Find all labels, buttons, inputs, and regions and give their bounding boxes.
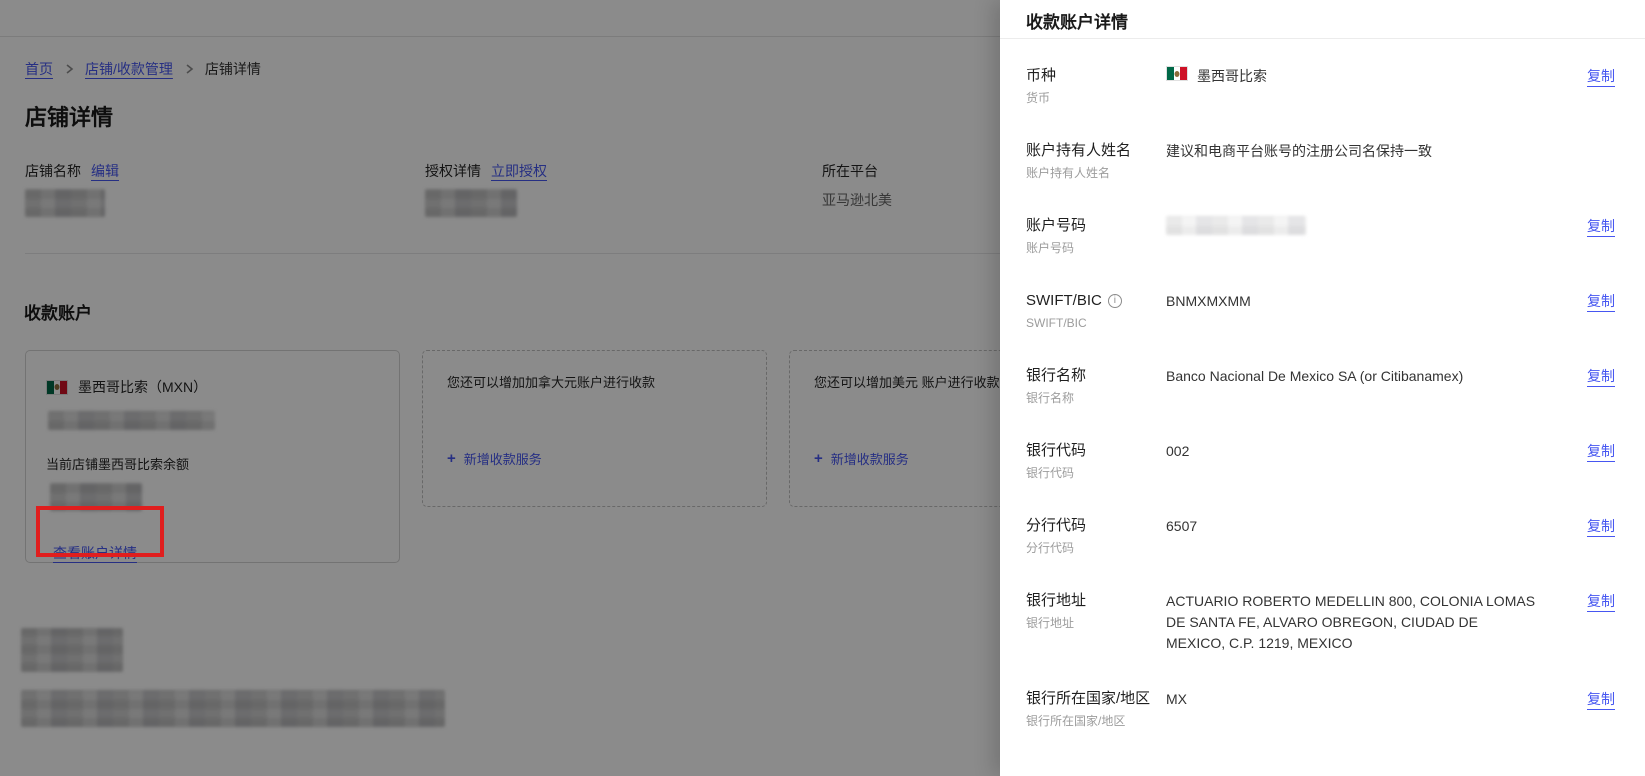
field-value: BNMXMXMM bbox=[1166, 291, 1548, 312]
field-value: ACTUARIO ROBERTO MEDELLIN 800, COLONIA L… bbox=[1166, 591, 1548, 654]
field-label-block: 币种货币 bbox=[1026, 66, 1166, 105]
copy-link[interactable]: 复制 bbox=[1587, 216, 1615, 236]
field-label: 币种 bbox=[1026, 66, 1166, 85]
account-detail-row: 分行代码分行代码6507复制 bbox=[1026, 516, 1615, 556]
field-value-text: BNMXMXMM bbox=[1166, 291, 1251, 312]
field-label: 分行代码 bbox=[1026, 516, 1166, 535]
copy-link[interactable]: 复制 bbox=[1587, 591, 1615, 611]
copy-link[interactable]: 复制 bbox=[1587, 291, 1615, 311]
copy-link[interactable]: 复制 bbox=[1587, 689, 1615, 709]
drawer-title: 收款账户详情 bbox=[1026, 8, 1645, 33]
account-detail-row: 银行名称银行名称Banco Nacional De Mexico SA (or … bbox=[1026, 366, 1615, 406]
field-sublabel: 账户持有人姓名 bbox=[1026, 166, 1166, 180]
field-label: 银行所在国家/地区 bbox=[1026, 689, 1166, 708]
account-detail-row: 账户号码账户号码复制 bbox=[1026, 216, 1615, 256]
field-value-text: 6507 bbox=[1166, 516, 1197, 537]
field-label: 银行名称 bbox=[1026, 366, 1166, 385]
copy-link[interactable]: 复制 bbox=[1587, 516, 1615, 536]
field-label-block: 银行名称银行名称 bbox=[1026, 366, 1166, 405]
field-value: Banco Nacional De Mexico SA (or Citibana… bbox=[1166, 366, 1548, 387]
info-icon[interactable] bbox=[1108, 294, 1122, 308]
account-detail-row: 账户持有人姓名账户持有人姓名建议和电商平台账号的注册公司名保持一致 bbox=[1026, 141, 1615, 181]
censored-account-number bbox=[1166, 216, 1306, 235]
field-sublabel: 分行代码 bbox=[1026, 541, 1166, 555]
field-label-block: 账户号码账户号码 bbox=[1026, 216, 1166, 255]
field-value: 6507 bbox=[1166, 516, 1548, 537]
field-sublabel: 货币 bbox=[1026, 91, 1166, 105]
field-sublabel: 银行所在国家/地区 bbox=[1026, 714, 1166, 728]
field-value-text: 002 bbox=[1166, 441, 1189, 462]
field-value-text: MX bbox=[1166, 689, 1187, 710]
field-label: 银行地址 bbox=[1026, 591, 1166, 610]
field-value-text: Banco Nacional De Mexico SA (or Citibana… bbox=[1166, 366, 1463, 387]
field-label: 账户号码 bbox=[1026, 216, 1166, 235]
field-sublabel: 银行地址 bbox=[1026, 616, 1166, 630]
field-label-block: 分行代码分行代码 bbox=[1026, 516, 1166, 555]
mx-flag-icon bbox=[1166, 66, 1188, 81]
account-detail-row: 银行代码银行代码002复制 bbox=[1026, 441, 1615, 481]
field-value bbox=[1166, 216, 1548, 235]
red-annotation-box bbox=[36, 506, 164, 557]
field-label: 银行代码 bbox=[1026, 441, 1166, 460]
drawer-header: 收款账户详情 bbox=[1000, 0, 1645, 39]
field-label-block: SWIFT/BIC SWIFT/BIC bbox=[1026, 291, 1166, 330]
copy-link[interactable]: 复制 bbox=[1587, 66, 1615, 86]
field-label: 账户持有人姓名 bbox=[1026, 141, 1166, 160]
copy-link[interactable]: 复制 bbox=[1587, 366, 1615, 386]
account-detail-row: 银行地址银行地址ACTUARIO ROBERTO MEDELLIN 800, C… bbox=[1026, 591, 1615, 654]
field-value-text: ACTUARIO ROBERTO MEDELLIN 800, COLONIA L… bbox=[1166, 591, 1538, 654]
field-label: SWIFT/BIC bbox=[1026, 291, 1166, 310]
field-label-block: 银行地址银行地址 bbox=[1026, 591, 1166, 630]
field-value-text: 墨西哥比索 bbox=[1197, 66, 1267, 87]
field-sublabel: 银行名称 bbox=[1026, 391, 1166, 405]
account-detail-rows: 币种货币墨西哥比索复制账户持有人姓名账户持有人姓名建议和电商平台账号的注册公司名… bbox=[1000, 39, 1645, 729]
field-value: 002 bbox=[1166, 441, 1548, 462]
field-sublabel: SWIFT/BIC bbox=[1026, 316, 1166, 330]
account-detail-drawer: 收款账户详情 币种货币墨西哥比索复制账户持有人姓名账户持有人姓名建议和电商平台账… bbox=[1000, 0, 1645, 776]
copy-link[interactable]: 复制 bbox=[1587, 441, 1615, 461]
field-sublabel: 银行代码 bbox=[1026, 466, 1166, 480]
field-value: 墨西哥比索 bbox=[1166, 66, 1548, 87]
field-sublabel: 账户号码 bbox=[1026, 241, 1166, 255]
field-label-block: 银行所在国家/地区银行所在国家/地区 bbox=[1026, 689, 1166, 728]
field-value: 建议和电商平台账号的注册公司名保持一致 bbox=[1166, 141, 1548, 162]
account-detail-row: SWIFT/BIC SWIFT/BICBNMXMXMM 复制 bbox=[1026, 291, 1615, 331]
field-value: MX bbox=[1166, 689, 1548, 710]
account-detail-row: 银行所在国家/地区银行所在国家/地区MX复制 bbox=[1026, 689, 1615, 729]
field-label-block: 账户持有人姓名账户持有人姓名 bbox=[1026, 141, 1166, 180]
field-value-text: 建议和电商平台账号的注册公司名保持一致 bbox=[1166, 141, 1432, 162]
account-detail-row: 币种货币 墨西哥比索 复制 bbox=[1026, 66, 1615, 106]
field-label-block: 银行代码银行代码 bbox=[1026, 441, 1166, 480]
